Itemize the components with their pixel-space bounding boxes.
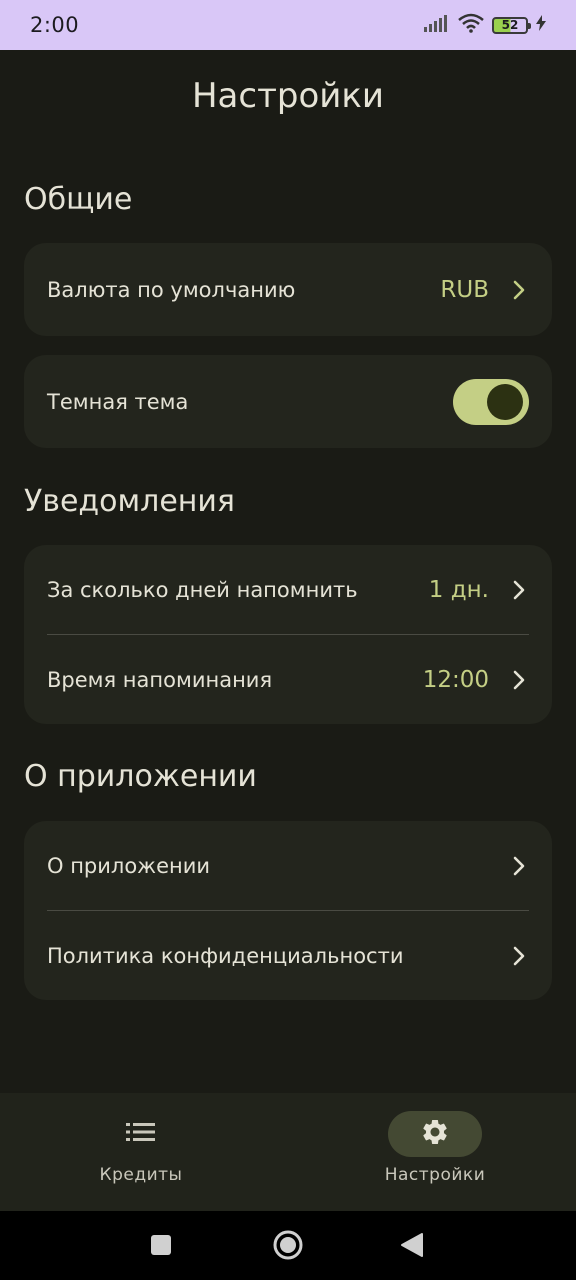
signal-icon <box>424 14 450 36</box>
currency-label: Валюта по умолчанию <box>47 277 296 302</box>
list-icon <box>126 1121 156 1147</box>
status-icons: 52 <box>424 13 546 37</box>
section-title-notifications: Уведомления <box>24 484 235 519</box>
currency-value: RUB <box>440 276 489 303</box>
battery-level: 52 <box>501 18 519 32</box>
dark-theme-label: Темная тема <box>47 389 189 414</box>
about-app-label: О приложении <box>47 853 211 878</box>
nav-item-settings[interactable]: Настройки <box>355 1111 515 1185</box>
recents-button[interactable] <box>150 1234 172 1260</box>
bottom-navigation: Кредиты Настройки <box>0 1093 576 1211</box>
reminder-time-label: Время напоминания <box>47 667 273 692</box>
currency-card: Валюта по умолчанию RUB <box>24 243 552 336</box>
nav-label-credits: Кредиты <box>99 1165 183 1185</box>
back-button[interactable] <box>400 1232 424 1262</box>
nav-label-settings: Настройки <box>384 1165 486 1185</box>
chevron-right-icon <box>509 670 529 690</box>
gear-icon <box>420 1117 450 1151</box>
chevron-right-icon <box>509 946 529 966</box>
charging-icon <box>536 15 546 35</box>
wifi-icon <box>458 13 484 37</box>
privacy-policy-row[interactable]: Политика конфиденциальности <box>24 911 552 1000</box>
battery-icon: 52 <box>492 16 531 34</box>
nav-pill-settings <box>388 1111 482 1157</box>
about-card: О приложении Политика конфиденциальности <box>24 821 552 1000</box>
status-bar: 2:00 52 <box>0 0 576 50</box>
currency-setting-row[interactable]: Валюта по умолчанию RUB <box>24 243 552 336</box>
reminder-time-value: 12:00 <box>422 666 489 693</box>
status-time: 2:00 <box>30 13 80 37</box>
nav-item-credits[interactable]: Кредиты <box>61 1111 221 1185</box>
chevron-right-icon <box>509 280 529 300</box>
reminder-days-value: 1 дн. <box>428 576 489 603</box>
section-title-about: О приложении <box>24 759 257 794</box>
privacy-policy-label: Политика конфиденциальности <box>47 943 404 968</box>
dark-theme-toggle[interactable] <box>453 378 529 425</box>
page-title: Настройки <box>191 76 384 116</box>
reminder-time-row[interactable]: Время напоминания 12:00 <box>24 635 552 724</box>
home-button[interactable] <box>272 1229 304 1265</box>
notifications-card: За сколько дней напомнить 1 дн. Время на… <box>24 545 552 724</box>
theme-card: Темная тема <box>24 355 552 448</box>
reminder-days-label: За сколько дней напомнить <box>47 577 358 602</box>
reminder-days-row[interactable]: За сколько дней напомнить 1 дн. <box>24 545 552 634</box>
toggle-knob <box>487 383 523 420</box>
about-app-row[interactable]: О приложении <box>24 821 552 910</box>
section-title-general: Общие <box>24 182 133 217</box>
system-navigation-bar <box>0 1211 576 1280</box>
chevron-right-icon <box>509 580 529 600</box>
nav-pill-credits <box>94 1111 188 1157</box>
dark-theme-row[interactable]: Темная тема <box>24 355 552 448</box>
chevron-right-icon <box>509 856 529 876</box>
